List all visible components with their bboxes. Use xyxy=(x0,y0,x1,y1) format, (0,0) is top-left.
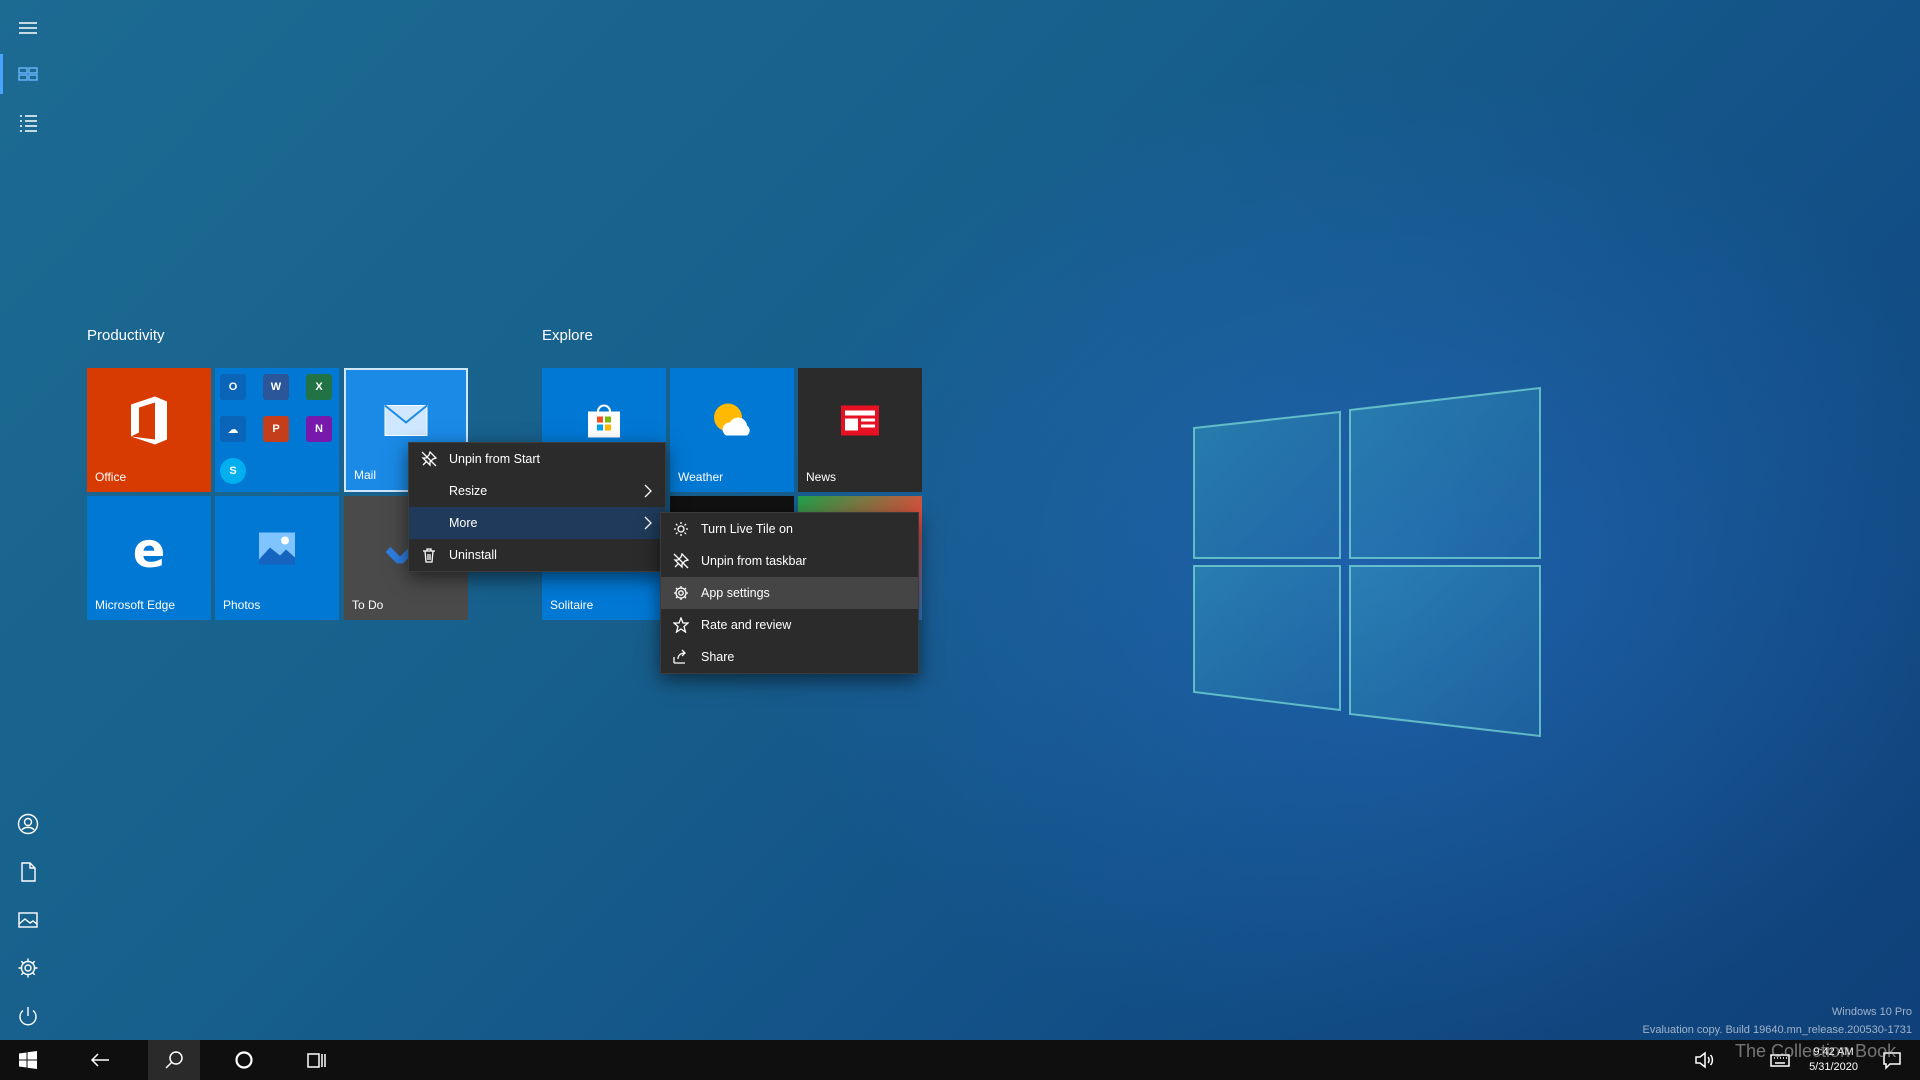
onenote-icon: N xyxy=(306,416,332,442)
tile-office[interactable]: Office xyxy=(87,368,211,492)
menu-item-label: Unpin from Start xyxy=(449,452,541,466)
task-view-icon xyxy=(307,1053,326,1068)
tile-label: Microsoft Edge xyxy=(95,598,176,612)
cortana-icon xyxy=(235,1051,253,1069)
pictures-button[interactable] xyxy=(0,896,56,944)
tile-news[interactable]: News xyxy=(798,368,922,492)
menu-item-more[interactable]: More xyxy=(409,507,665,539)
start-button[interactable] xyxy=(4,1040,52,1080)
powerpoint-icon: P xyxy=(263,416,289,442)
menu-item-label: Uninstall xyxy=(449,548,497,562)
photos-icon xyxy=(258,531,296,570)
group-title-explore[interactable]: Explore xyxy=(542,327,593,344)
tile-context-menu: Unpin from Start Resize More Uninstall xyxy=(408,442,666,572)
taskbar: 9:42 AM 5/31/2020 xyxy=(0,1040,1920,1080)
menu-item-label: More xyxy=(449,516,478,530)
unpin-icon xyxy=(409,451,449,467)
hamburger-icon xyxy=(19,22,37,34)
all-apps-icon xyxy=(20,115,37,132)
menu-item-label: App settings xyxy=(701,586,770,600)
tile-label: To Do xyxy=(352,598,384,612)
menu-item-unpin-from-start[interactable]: Unpin from Start xyxy=(409,443,665,475)
menu-item-rate-and-review[interactable]: Rate and review xyxy=(661,609,918,641)
user-icon xyxy=(17,813,39,835)
volume-button[interactable] xyxy=(1688,1040,1720,1080)
menu-item-share[interactable]: Share xyxy=(661,641,918,673)
gear-icon xyxy=(661,585,701,601)
group-title-productivity[interactable]: Productivity xyxy=(87,327,165,344)
start-left-rail xyxy=(0,0,56,1040)
menu-item-label: Rate and review xyxy=(701,618,792,632)
chevron-right-icon xyxy=(644,484,652,498)
menu-item-label: Turn Live Tile on xyxy=(701,522,793,536)
menu-item-label: Resize xyxy=(449,484,488,498)
watermark-edition: Windows 10 Pro xyxy=(1831,1006,1912,1018)
tile-label: Photos xyxy=(223,598,261,612)
tile-label: Weather xyxy=(678,470,724,484)
pictures-icon xyxy=(18,912,38,928)
onedrive-icon: ☁ xyxy=(220,416,246,442)
tile-label: Office xyxy=(95,470,127,484)
windows-logo-icon xyxy=(19,1051,37,1069)
chevron-right-icon xyxy=(644,516,652,530)
cortana-button[interactable] xyxy=(220,1040,268,1080)
edge-icon: e xyxy=(132,522,166,579)
tiles-icon xyxy=(18,67,38,81)
brand-watermark: The Collection Book xyxy=(1735,1041,1897,1061)
menu-item-label: Unpin from taskbar xyxy=(701,554,807,568)
tile-weather[interactable]: Weather xyxy=(670,368,794,492)
tray-date: 5/31/2020 xyxy=(1809,1061,1858,1073)
back-button[interactable] xyxy=(76,1040,124,1080)
mail-icon xyxy=(384,404,428,441)
star-icon xyxy=(661,617,701,633)
menu-item-unpin-from-taskbar[interactable]: Unpin from taskbar xyxy=(661,545,918,577)
user-account-button[interactable] xyxy=(0,800,56,848)
power-icon xyxy=(19,1007,37,1026)
excel-icon: X xyxy=(306,374,332,400)
tile-label: News xyxy=(806,470,837,484)
outlook-icon: O xyxy=(220,374,246,400)
volume-icon xyxy=(1695,1051,1714,1069)
menu-item-label: Share xyxy=(701,650,735,664)
trash-icon xyxy=(409,547,449,563)
wallpaper-windows-logo xyxy=(1188,380,1548,740)
weather-icon xyxy=(710,401,754,444)
tile-label: Solitaire xyxy=(550,598,594,612)
tile-label: Mail xyxy=(354,468,377,482)
task-view-button[interactable] xyxy=(292,1040,340,1080)
skype-icon: S xyxy=(220,458,246,484)
hamburger-menu-button[interactable] xyxy=(0,4,56,52)
menu-item-resize[interactable]: Resize xyxy=(409,475,665,507)
store-icon xyxy=(586,403,622,442)
search-button[interactable] xyxy=(148,1040,200,1080)
documents-button[interactable] xyxy=(0,848,56,896)
tile-photos[interactable]: Photos xyxy=(215,496,339,620)
all-apps-button[interactable] xyxy=(0,99,56,147)
pinned-tiles-button[interactable] xyxy=(0,50,56,98)
news-icon xyxy=(840,404,880,441)
word-icon: W xyxy=(263,374,289,400)
unpin-icon xyxy=(661,553,701,569)
documents-icon xyxy=(21,862,36,882)
power-button[interactable] xyxy=(0,992,56,1040)
search-icon xyxy=(165,1051,183,1069)
menu-item-app-settings[interactable]: App settings xyxy=(661,577,918,609)
arrow-left-icon xyxy=(90,1053,109,1067)
more-submenu: Turn Live Tile on Unpin from taskbar App… xyxy=(660,512,919,674)
watermark-build: Evaluation copy. Build 19640.mn_release.… xyxy=(1642,1024,1913,1036)
brightness-icon xyxy=(661,521,701,537)
share-icon xyxy=(661,649,701,665)
office-icon xyxy=(127,396,171,449)
menu-item-uninstall[interactable]: Uninstall xyxy=(409,539,665,571)
settings-button[interactable] xyxy=(0,944,56,992)
tile-microsoft-edge[interactable]: e Microsoft Edge xyxy=(87,496,211,620)
menu-item-turn-live-tile-on[interactable]: Turn Live Tile on xyxy=(661,513,918,545)
settings-icon xyxy=(18,958,38,978)
tile-office-apps-folder[interactable]: O W X ☁ P N S xyxy=(215,368,339,492)
